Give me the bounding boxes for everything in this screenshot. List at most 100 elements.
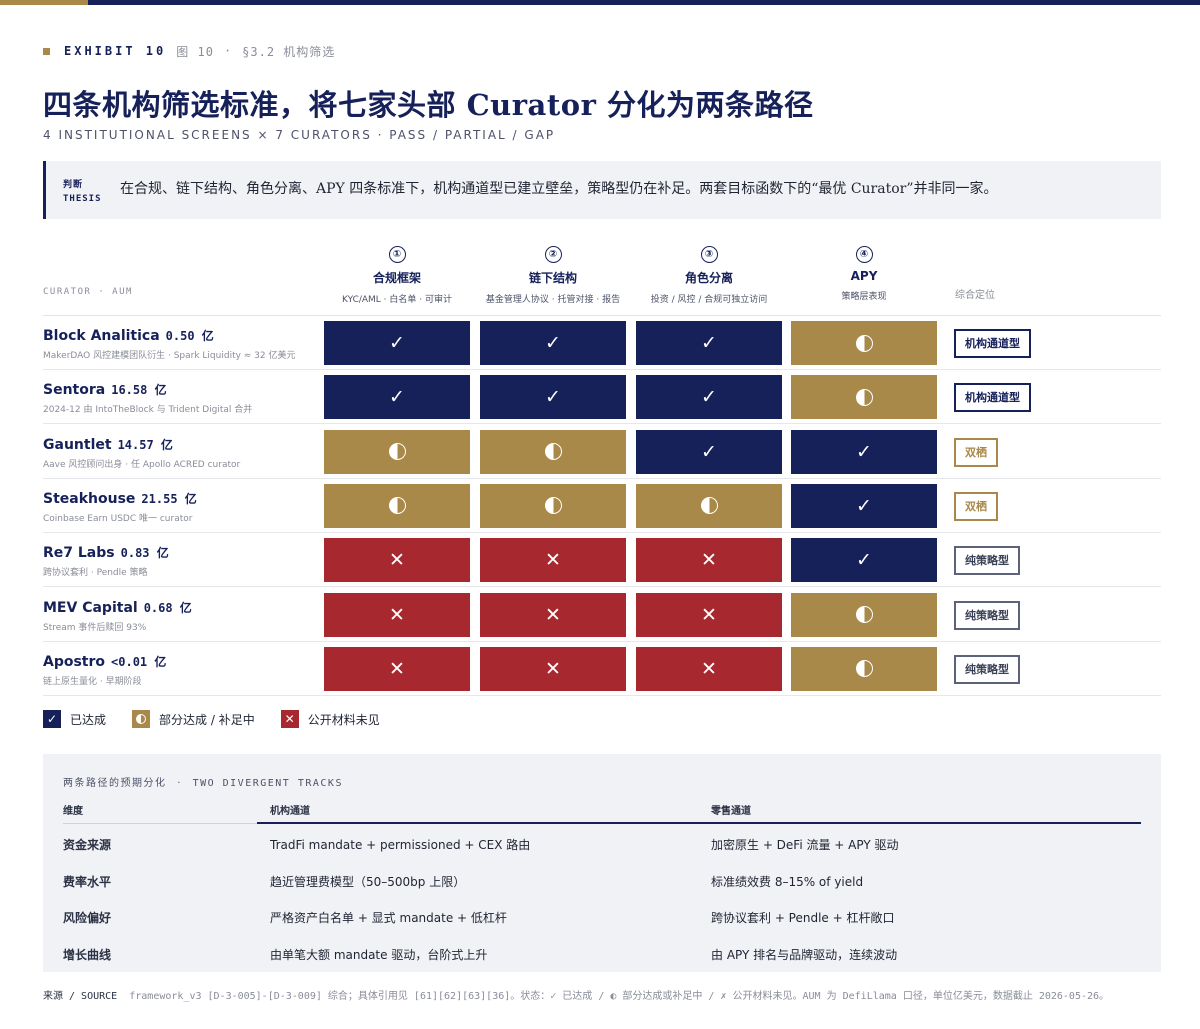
curator-name-text: Sentora [43,382,106,399]
status-cell-pass: ✓ [480,321,626,365]
criterion-header-4: ④ APY 策略层表现 [791,246,937,302]
source-text: framework_v3 [D-3-005]-[D-3-009] 综合；具体引用… [129,991,1110,1002]
tracks-title-separator: · [177,778,182,789]
cross-icon: ✕ [701,603,717,626]
tracks-retail: 标准绩效费 8–15% of yield [711,874,864,889]
criterion-header-1: ① 合规框架 KYC/AML · 白名单 · 可审计 [324,246,470,305]
exhibit-separator: · [223,44,233,58]
tracks-retail: 跨协议套利 + Pendle + 杠杆敞口 [711,911,895,926]
half-circle-icon [544,497,562,515]
status-cell-pass: ✓ [791,429,937,474]
status-cell-gap: ✕ [636,538,782,583]
check-icon: ✓ [545,386,561,409]
positioning-badge: 双栖 [954,491,998,521]
tracks-dimension: 增长曲线 [63,947,112,962]
curator-name: Block Analitica 0.50 亿 [43,327,214,344]
curator-note: Aave 风控顾问出身 · 任 Apollo ACRED curator [43,459,241,470]
cross-icon: ✕ [389,549,405,572]
tracks-row: 增长曲线 由单笔大额 mandate 驱动，台阶式上升 由 APY 排名与品牌驱动，… [63,946,1141,982]
tracks-retail: 加密原生 + DeFi 流量 + APY 驱动 [711,838,899,852]
criterion-title: 合规框架 [372,271,421,285]
exhibit-header: EXHIBIT 10 图 10 · §3.2 机构筛选 [43,44,336,59]
half-circle-icon [700,497,718,515]
check-icon: ✓ [856,494,872,517]
curator-row: Apostro <0.01 亿链上原生量化 · 早期阶段 ✕ ✕ ✕ 纯策略型 [43,642,1161,696]
tracks-title: 两条路径的预期分化 · TWO DIVERGENT TRACKS [63,774,343,789]
curator-name: Apostro <0.01 亿 [43,653,166,670]
curator-name-text: Steakhouse [43,490,136,507]
half-circle-icon [388,497,406,515]
criterion-number: ④ [855,246,873,263]
tracks-header-rule [63,823,257,824]
positioning-badge: 机构通道型 [954,329,1031,358]
cross-icon: ✕ [545,657,561,680]
status-cell-pass: ✓ [324,321,470,365]
status-cell-pass: ✓ [636,375,782,420]
exhibit-label: EXHIBIT 10 [64,44,167,58]
curator-note: Coinbase Earn USDC 唯一 curator [43,513,193,524]
curator-aum: 0.83 亿 [120,546,169,561]
curator-name: Re7 Labs 0.83 亿 [43,544,169,561]
legend-item-partial: 部分达成 / 补足中 [132,710,255,728]
check-icon: ✓ [856,549,872,572]
half-circle-icon [855,334,873,352]
tracks-institutional: 严格资产白名单 + 显式 mandate + 低杠杆 [270,911,507,926]
curator-row: Re7 Labs 0.83 亿跨协议套利 · Pendle 策略 ✕ ✕ ✕ ✓ 纯策略型 [43,533,1161,588]
status-cell-pass: ✓ [480,375,626,420]
curator-note: 2024-12 由 IntoTheBlock 与 Trident Digital… [43,405,253,416]
status-cell-pass: ✓ [324,375,470,420]
curator-name: MEV Capital 0.68 亿 [43,599,192,616]
positioning-badge: 纯策略型 [954,600,1020,630]
criterion-title: APY [850,269,878,283]
positioning-column-header: 综合定位 [955,290,995,301]
status-cell-gap: ✕ [636,646,782,691]
status-cell-partial [791,592,937,637]
curator-aum: 16.58 亿 [111,383,167,398]
tracks-header-retail: 零售通道 [711,806,751,817]
curator-row: Sentora 16.58 亿 2024-12 由 IntoTheBlock 与 T… [43,370,1161,425]
status-cell-gap: ✕ [480,538,626,583]
tracks-header-dimension: 维度 [63,806,83,817]
tracks-title-en: TWO DIVERGENT TRACKS [192,778,343,789]
criterion-subtitle: 基金管理人协议 · 托管对接 · 报告 [485,295,621,305]
criterion-subtitle: KYC/AML · 白名单 · 可审计 [341,295,452,305]
legend-label-gap: 公开材料未见 [307,712,380,727]
criterion-header-2: ② 链下结构基金管理人协议 · 托管对接 · 报告 [480,246,626,305]
legend-label-pass: 已达成 [70,712,107,727]
check-icon: ✓ [701,386,717,409]
positioning-badge: 双栖 [954,437,998,467]
status-cell-gap: ✕ [636,592,782,637]
criterion-subtitle: 策略层表现 [841,292,887,302]
exhibit-section: §3.2 机构筛选 [242,44,336,59]
curator-note: 跨协议套利 · Pendle 策略 [43,568,148,579]
status-cell-partial [791,321,937,365]
top-rule-accent [0,0,88,5]
tracks-panel: 两条路径的预期分化 · TWO DIVERGENT TRACKS 维度 机构通道… [43,754,1161,972]
curator-name: Gauntlet 14.57 亿 [43,436,173,453]
cross-icon: ✕ [701,657,717,680]
half-circle-icon [855,660,873,678]
curator-aum: <0.01 亿 [111,654,167,669]
page-subtitle: 4 INSTITUTIONAL SCREENS × 7 CURATORS · P… [43,128,556,142]
tracks-dimension: 风险偏好 [63,911,112,926]
thesis-box: 判断 THESIS 在合规、链下结构、角色分离、APY 四条标准下，机构通道型已… [43,161,1161,219]
status-cell-pass: ✓ [636,321,782,365]
curator-name-text: Block Analitica [43,328,160,344]
status-cell-partial [480,429,626,474]
tracks-institutional: 趋近管理费模型（50–500bp 上限） [270,874,466,889]
cross-icon: ✕ [545,603,561,626]
status-cell-gap: ✕ [324,646,470,691]
curator-note: Stream 事件后赎回 93% [43,622,147,633]
check-icon: ✓ [389,332,405,354]
positioning-badge: 纯策略型 [954,546,1020,576]
exhibit-marker [43,47,50,55]
tracks-dimension: 费率水平 [63,874,112,889]
legend: ✓ 已达成 部分达成 / 补足中 ✕ 公开材料未见 [43,710,406,728]
criterion-number: ② [544,246,562,263]
thesis-tag: 判断 THESIS [63,178,102,206]
curator-name-text: Gauntlet [43,436,112,453]
curator-aum: 14.57 亿 [117,437,173,452]
curator-row: MEV Capital 0.68 亿 Stream 事件后赎回 93% ✕ ✕ ✕ 纯策略型 [43,588,1161,642]
criterion-title: 链下结构 [528,271,577,285]
curator-column-header: CURATOR · AUM [43,287,133,297]
